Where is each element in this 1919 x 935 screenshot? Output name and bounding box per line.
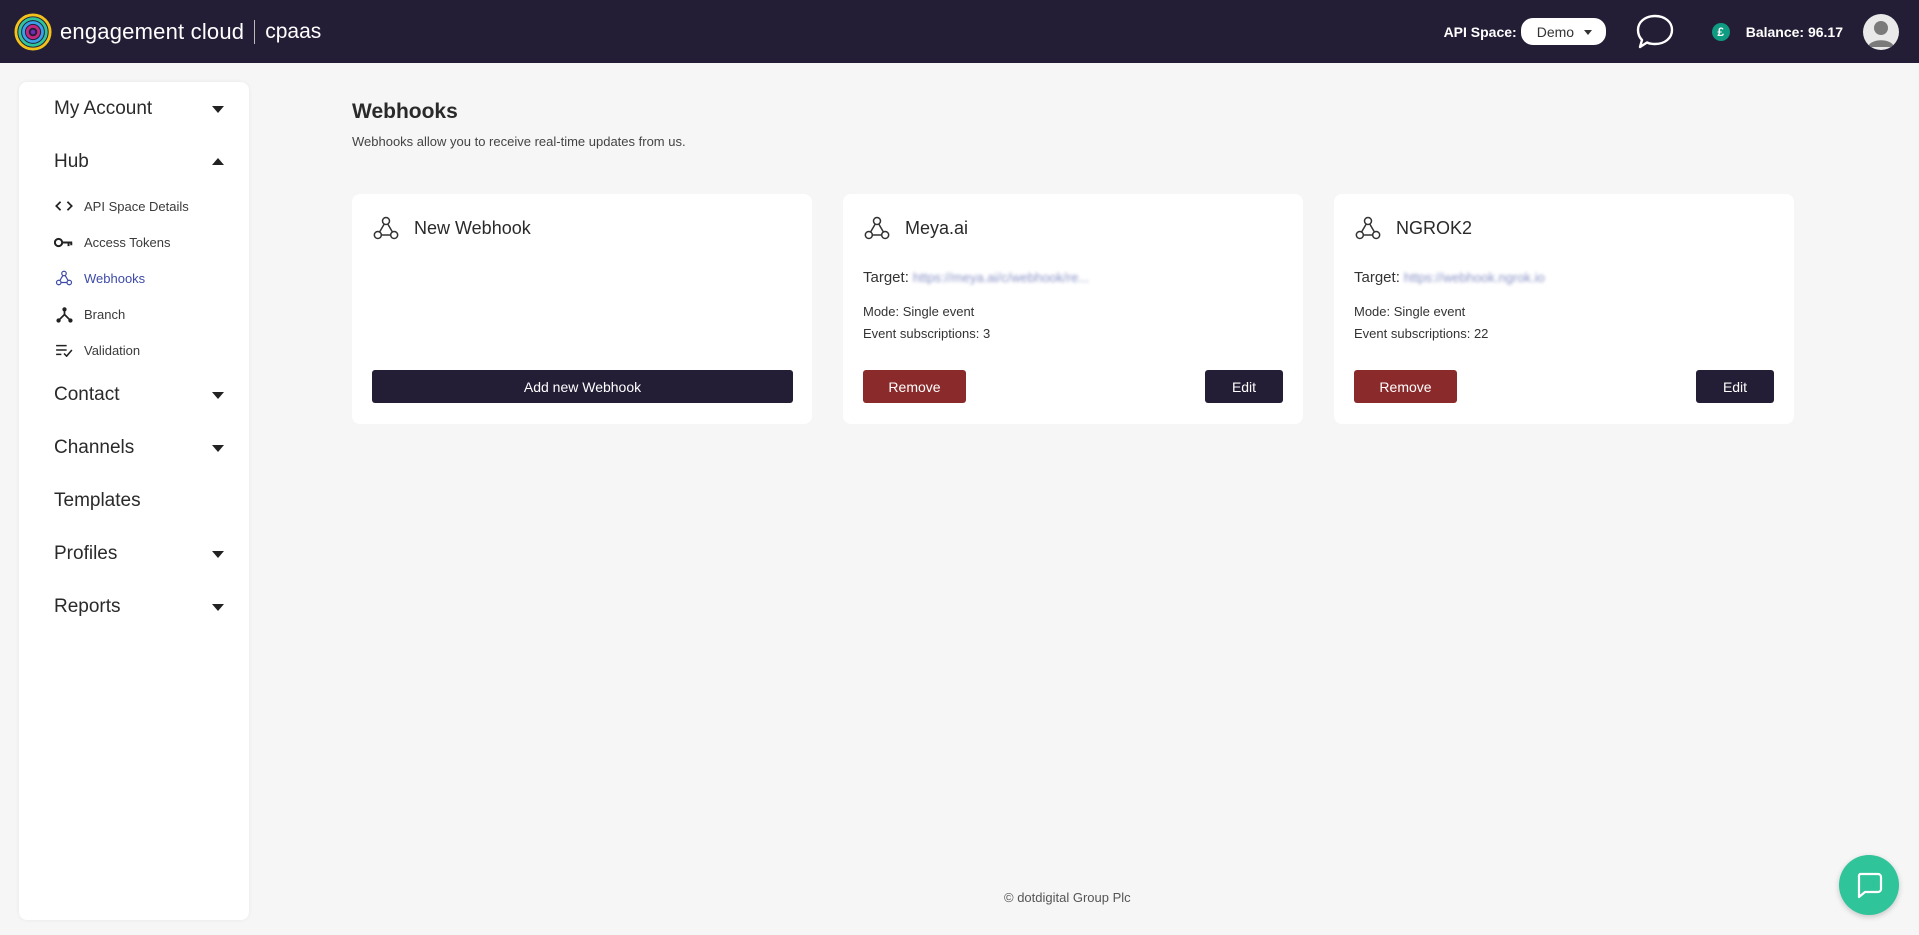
sidebar-item-label: Hub (54, 151, 89, 172)
new-webhook-card: New Webhook Add new Webhook (352, 194, 812, 424)
webhook-card-ngrok2: NGROK2 Target: https://webhook.ngrok.io … (1334, 194, 1794, 424)
user-icon (1868, 20, 1894, 47)
target-label: Target: (1354, 269, 1400, 286)
edit-button[interactable]: Edit (1205, 370, 1283, 403)
card-title: Meya.ai (905, 217, 969, 238)
target-url: https://webhook.ngrok.io (1403, 270, 1545, 285)
card-header: NGROK2 (1354, 214, 1472, 242)
sidebar-item-label: Validation (84, 342, 141, 358)
product-name: cpaas (265, 19, 322, 43)
webhook-icon (1355, 216, 1381, 240)
sidebar-item-label: Templates (54, 490, 141, 511)
sidebar-item-branch[interactable]: Branch (54, 302, 234, 326)
brand-name: engagement cloud (60, 18, 245, 44)
sidebar-item-contact[interactable]: Contact (54, 380, 224, 410)
logo[interactable]: engagement cloud cpaas (14, 12, 322, 51)
webhook-mode: Mode: Single event (1354, 304, 1466, 319)
api-space-select[interactable]: Demo (1520, 18, 1606, 45)
sidebar-item-label: Branch (84, 306, 126, 322)
chat-icon[interactable] (1634, 12, 1676, 52)
target-url: https://meya.ai/c/webhook/re... (912, 270, 1090, 285)
webhook-icon (373, 216, 399, 240)
card-title: NGROK2 (1396, 217, 1473, 238)
sidebar-item-api-space-details[interactable]: API Space Details (54, 194, 234, 218)
code-icon (54, 197, 74, 215)
sidebar-item-hub[interactable]: Hub (54, 147, 224, 177)
validation-icon (54, 341, 74, 359)
sidebar-item-label: Reports (54, 596, 121, 617)
card-title: New Webhook (414, 217, 531, 238)
chat-launcher-button[interactable] (1839, 855, 1899, 915)
chevron-down-icon (212, 106, 224, 113)
avatar[interactable] (1863, 13, 1899, 50)
logo-icon (14, 12, 52, 51)
webhook-target: Target: https://webhook.ngrok.io (1354, 269, 1545, 286)
footer-copyright: © dotdigital Group Plc (1004, 890, 1131, 905)
webhook-icon (54, 269, 74, 287)
sidebar-item-profiles[interactable]: Profiles (54, 539, 224, 569)
target-label: Target: (863, 269, 909, 286)
card-header: New Webhook (372, 214, 531, 242)
webhook-card-meya: Meya.ai Target: https://meya.ai/c/webhoo… (843, 194, 1303, 424)
sidebar-item-label: Access Tokens (84, 234, 171, 250)
sidebar-item-webhooks[interactable]: Webhooks (54, 266, 234, 290)
chevron-down-icon (212, 392, 224, 399)
sidebar-item-templates[interactable]: Templates (54, 486, 224, 516)
top-bar-right: API Space: Demo £ Balance: 96.17 (1444, 0, 1919, 63)
remove-button[interactable]: Remove (863, 370, 966, 403)
sidebar-item-validation[interactable]: Validation (54, 338, 234, 362)
webhook-mode: Mode: Single event (863, 304, 975, 319)
api-space-value: Demo (1536, 23, 1575, 40)
top-bar: engagement cloud cpaas API Space: Demo £… (0, 0, 1919, 63)
sidebar-item-reports[interactable]: Reports (54, 592, 224, 622)
chevron-down-icon (212, 445, 224, 452)
balance-text: Balance: 96.17 (1745, 23, 1843, 40)
sidebar-item-label: My Account (54, 98, 153, 119)
brand-divider (254, 19, 256, 44)
add-new-webhook-button[interactable]: Add new Webhook (372, 370, 793, 403)
sidebar-item-label: Channels (54, 437, 135, 458)
webhook-target: Target: https://meya.ai/c/webhook/re... (863, 269, 1089, 286)
sidebar-item-label: Contact (54, 384, 120, 405)
webhook-icon (864, 216, 890, 240)
sidebar-item-label: API Space Details (84, 198, 189, 214)
remove-button[interactable]: Remove (1354, 370, 1457, 403)
webhook-subscriptions: Event subscriptions: 22 (1354, 326, 1489, 341)
sidebar-item-label: Profiles (54, 543, 118, 564)
chevron-down-icon (212, 551, 224, 558)
webhook-subscriptions: Event subscriptions: 3 (863, 326, 991, 341)
api-space-label: API Space: (1443, 23, 1517, 40)
caret-down-icon (1583, 30, 1592, 35)
currency-icon: £ (1711, 22, 1730, 41)
page-subtitle: Webhooks allow you to receive real-time … (352, 134, 686, 149)
chevron-up-icon (212, 158, 224, 165)
chat-bubble-icon (1857, 872, 1883, 899)
sidebar-item-my-account[interactable]: My Account (54, 94, 224, 124)
sidebar-item-access-tokens[interactable]: Access Tokens (54, 230, 234, 254)
sidebar-item-channels[interactable]: Channels (54, 433, 224, 463)
page-title: Webhooks (352, 100, 458, 123)
key-icon (54, 233, 74, 251)
sidebar-item-label: Webhooks (84, 270, 146, 286)
branch-icon (54, 305, 74, 323)
card-header: Meya.ai (863, 214, 968, 242)
sidebar: My Account Hub API Space Details Access … (19, 82, 249, 920)
chevron-down-icon (212, 604, 224, 611)
edit-button[interactable]: Edit (1696, 370, 1774, 403)
